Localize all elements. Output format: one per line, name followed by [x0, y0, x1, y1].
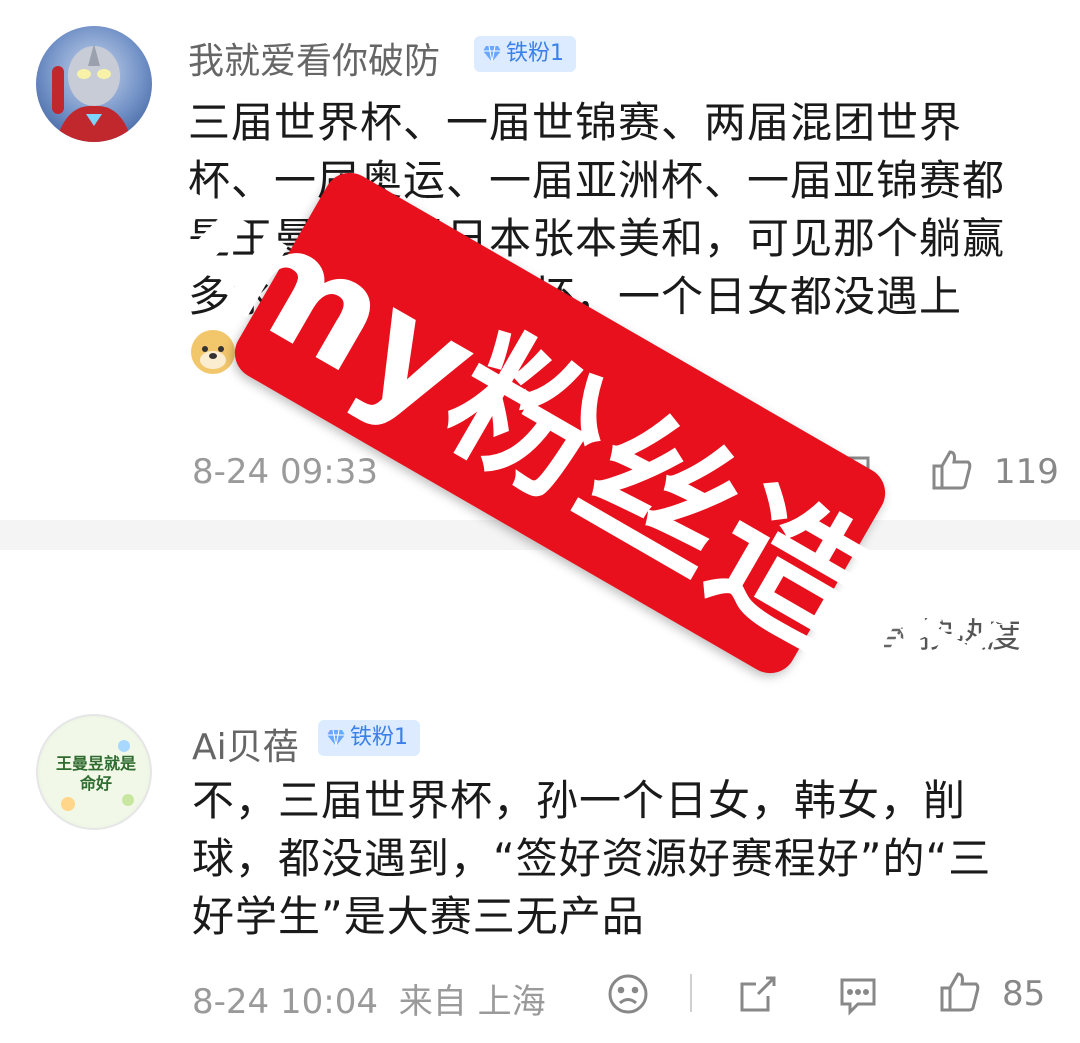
dislike-sad-face-icon[interactable]	[606, 972, 650, 1020]
location-text: 来自 上海	[398, 982, 546, 1022]
fan-badge[interactable]: 铁粉1	[474, 36, 576, 72]
comment-line: 球，都没遇到，“签好资源好赛程好”的“三	[192, 834, 992, 883]
comment-line: 好学生”是大赛三无产品	[192, 892, 645, 941]
timestamp-text: 8-24 10:04	[192, 982, 378, 1022]
avatar-caption: 王曼昱就是命好	[56, 754, 137, 793]
comment-username[interactable]: Ai贝蓓	[192, 718, 299, 770]
ultraman-avatar-image	[52, 44, 132, 142]
reply-icon[interactable]	[836, 972, 880, 1020]
avatar-user-1[interactable]	[36, 26, 152, 142]
diamond-icon	[483, 45, 501, 63]
comment-timestamp: 8-24 10:04 来自 上海	[192, 974, 546, 1023]
share-icon[interactable]	[736, 972, 780, 1020]
comment-username[interactable]: 我就爱看你破防	[188, 32, 440, 84]
comment-timestamp: 8-24 09:33	[192, 452, 378, 492]
comment-line: 三届世界杯、一届世锦赛、两届混团世界	[188, 98, 963, 147]
meta-separator	[690, 974, 692, 1012]
diamond-icon	[327, 729, 345, 747]
comment-text: 不，三届世界杯，孙一个日女，韩女，削 球，都没遇到，“签好资源好赛程好”的“三 …	[192, 772, 991, 946]
like-count: 85	[1002, 974, 1046, 1014]
fan-badge[interactable]: 铁粉1	[318, 720, 420, 756]
comment-line: 不，三届世界杯，孙一个日女，韩女，削	[192, 776, 967, 825]
avatar-user-2[interactable]: 王曼昱就是命好	[36, 714, 152, 830]
like-icon[interactable]	[930, 448, 974, 496]
like-icon[interactable]	[938, 970, 982, 1018]
like-count: 119	[994, 452, 1059, 492]
badge-label: 铁粉1	[350, 725, 408, 750]
badge-label: 铁粉1	[506, 41, 564, 66]
